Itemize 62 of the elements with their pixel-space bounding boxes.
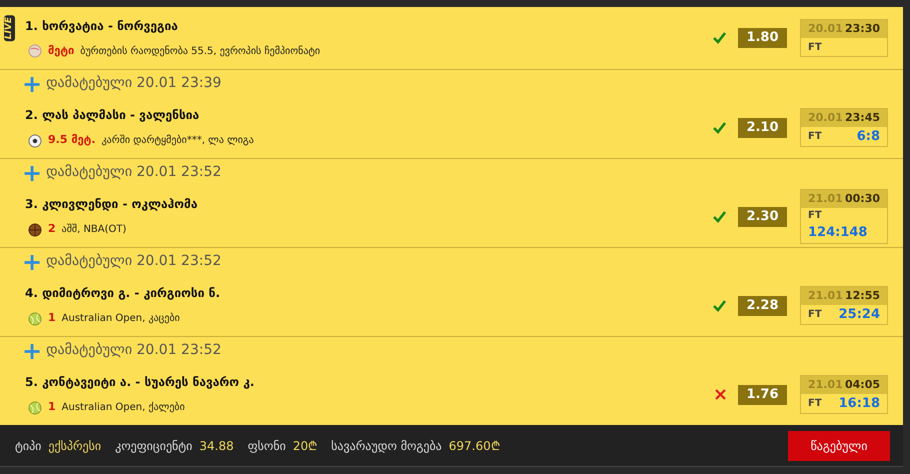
match-time: 04:05 [844, 376, 880, 392]
summary-label: ფსონი [248, 438, 286, 454]
match-date: 20.01 [808, 110, 843, 126]
bet-pick: 1 [48, 399, 56, 416]
bet-pick: 1 [48, 310, 56, 326]
odds-value: 1.80 [738, 28, 787, 48]
ball-icon [28, 44, 42, 58]
match-time: 23:30 [844, 20, 880, 37]
odds-value: 2.10 [738, 118, 787, 138]
match-title: 1. ხორვატია - ნორვეგია [25, 18, 179, 35]
match-status: FT [808, 130, 822, 144]
odds-value: 2.30 [738, 206, 787, 226]
market-text: Australian Open, ქალები [62, 400, 185, 415]
match-date: 20.01 [808, 20, 843, 37]
match-title: 3. კლივლენდი - ოკლაჰომა [25, 196, 199, 214]
tennis-ball-icon [28, 400, 42, 414]
basketball-icon [28, 222, 42, 236]
market-text: აშშ, NBA(OT) [62, 222, 126, 237]
summary-value: 697.60₾ [448, 438, 500, 454]
summary-label: კოეფიციენტი [115, 438, 192, 454]
match-status: FT [808, 40, 822, 54]
plus-icon[interactable]: + [22, 338, 42, 362]
added-time: დამატებული 20.01 23:39 [46, 74, 222, 93]
match-date: 21.01 [808, 288, 843, 304]
match-title: 4. დიმიტროვი გ. - კირგიოსი ნ. [25, 285, 222, 302]
market-text: ბურთების რაოდენობა 55.5, ევროპის ჩემპიონატი [80, 44, 320, 58]
match-time: 12:55 [844, 288, 880, 304]
plus-icon[interactable]: + [22, 250, 42, 274]
match-title: 5. კონტავეიტი ა. - სუარეს ნავარო კ. [25, 374, 256, 392]
live-badge: LIVE [4, 15, 15, 42]
summary-value: 20₾ [292, 438, 318, 454]
match-date: 21.01 [808, 191, 843, 207]
plus-icon[interactable]: + [22, 72, 42, 96]
summary-label: სავარაუდო მოგება [331, 438, 442, 454]
added-time: დამატებული 20.01 23:52 [46, 163, 222, 182]
match-score: 124:148 [808, 224, 868, 242]
summary-label: ტიპი [15, 438, 42, 454]
bet-pick: მეტი [48, 42, 74, 59]
odds-value: 1.76 [738, 384, 787, 404]
bet-pick: 9.5 მეტ. [48, 132, 96, 148]
match-time: 00:30 [844, 191, 880, 207]
market-text: Australian Open, კაცები [62, 312, 180, 326]
match-score: 25:24 [838, 306, 880, 324]
lost-status-button[interactable]: წაგებული [788, 430, 890, 460]
match-title: 2. ლას პალმასი - ვალენსია [25, 107, 200, 124]
match-score: 16:18 [838, 394, 880, 413]
match-status: FT [808, 308, 822, 322]
plus-icon[interactable]: + [22, 160, 42, 184]
summary-value: 34.88 [199, 438, 234, 454]
soccer-ball-icon [28, 134, 42, 148]
bet-pick: 2 [48, 221, 56, 238]
match-status: FT [808, 397, 822, 411]
match-time: 23:45 [844, 110, 880, 126]
match-status: FT [808, 209, 822, 224]
added-time: დამატებული 20.01 23:52 [46, 341, 222, 360]
market-text: კარში დარტყმები***, ლა ლიგა [102, 134, 254, 148]
summary-value: ექსპრესი [48, 438, 102, 454]
odds-value: 2.28 [738, 296, 787, 316]
added-time: დამატებული 20.01 23:52 [46, 252, 222, 271]
match-date: 21.01 [808, 376, 843, 392]
match-score: 6:8 [856, 128, 880, 146]
tennis-ball-icon [28, 312, 42, 326]
